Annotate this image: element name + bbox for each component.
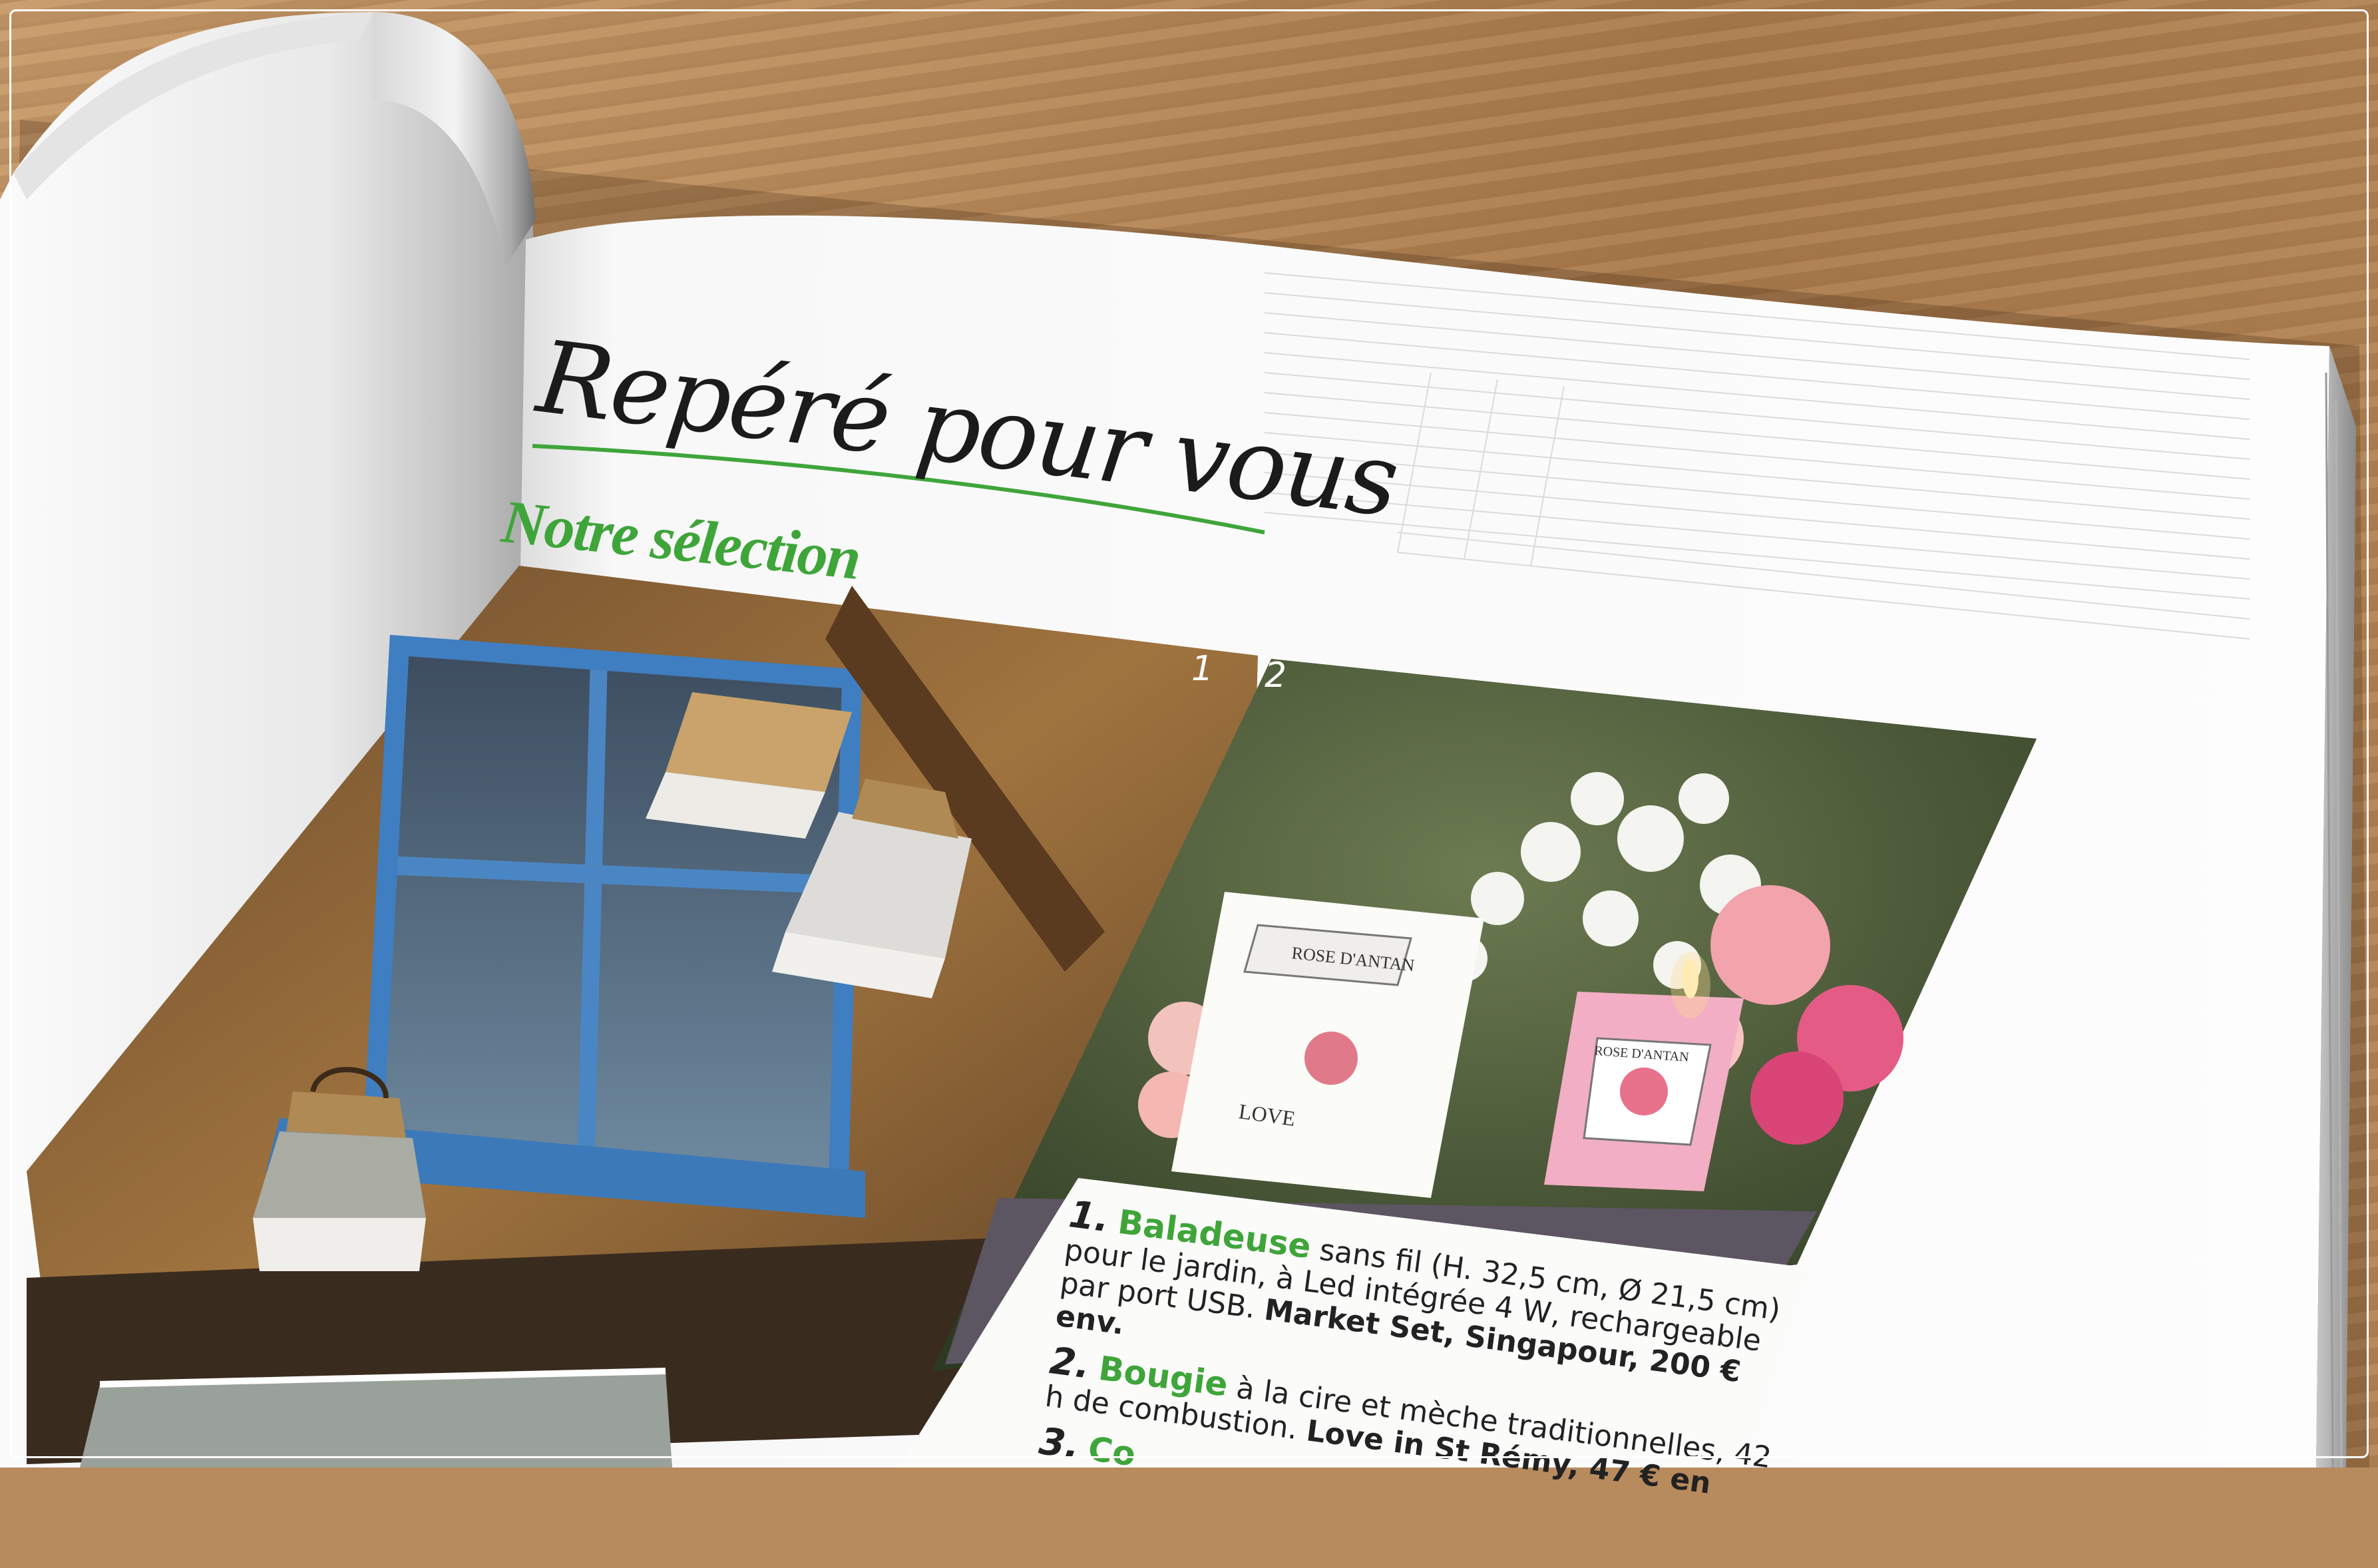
photo-2-number: 2 bbox=[1265, 656, 1287, 695]
caption-item-3-number: 3. bbox=[1036, 1420, 1082, 1468]
photo-1-number: 1 bbox=[1191, 649, 1214, 689]
